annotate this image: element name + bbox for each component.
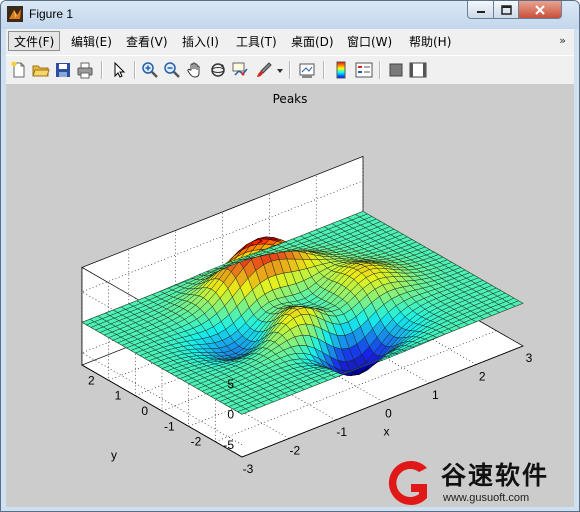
new-figure-icon[interactable] xyxy=(10,61,28,79)
figure-window: Figure 1 文件(F) 编辑(E) 查看(V) 插入(I) 工具(T) 桌… xyxy=(0,0,580,512)
link-plot-icon[interactable] xyxy=(298,61,316,79)
x-tick-label: 0 xyxy=(385,407,392,421)
y-tick-label: -1 xyxy=(164,419,175,433)
zoom-out-icon[interactable] xyxy=(163,61,181,79)
y-tick-label: 0 xyxy=(141,404,148,418)
rotate-3d-icon[interactable] xyxy=(209,61,227,79)
toolbar-separator xyxy=(289,61,291,79)
menu-desktop[interactable]: 桌面(D) xyxy=(286,33,339,51)
close-icon xyxy=(535,4,545,15)
z-tick-label: 0 xyxy=(227,407,234,421)
x-tick-label: 3 xyxy=(526,351,533,365)
legend-icon[interactable] xyxy=(355,61,373,79)
colorbar-icon[interactable] xyxy=(332,61,350,79)
menu-help[interactable]: 帮助(H) xyxy=(404,33,456,51)
y-tick-label: -2 xyxy=(191,435,202,449)
z-tick-label: 5 xyxy=(227,377,234,391)
x-tick-label: -3 xyxy=(243,462,254,476)
menu-window[interactable]: 窗口(W) xyxy=(342,33,397,51)
maximize-icon xyxy=(500,4,512,15)
x-axis-label: x xyxy=(384,425,390,439)
menu-edit[interactable]: 编辑(E) xyxy=(66,33,117,51)
watermark-url: www.gusuoft.com xyxy=(443,492,530,504)
x-tick-label: -1 xyxy=(336,425,347,439)
close-button[interactable] xyxy=(518,1,562,19)
title-bar[interactable]: Figure 1 xyxy=(1,1,579,29)
hide-plot-tools-icon[interactable] xyxy=(387,61,405,79)
menu-overflow-icon[interactable]: » xyxy=(559,34,566,47)
brush-icon[interactable] xyxy=(255,61,273,79)
menu-tools[interactable]: 工具(T) xyxy=(231,33,282,51)
y-tick-label: 1 xyxy=(115,389,122,403)
show-plot-tools-icon[interactable] xyxy=(409,61,427,79)
zoom-in-icon[interactable] xyxy=(141,61,159,79)
window-title: Figure 1 xyxy=(29,7,74,21)
toolbar-separator xyxy=(379,61,381,79)
brush-dropdown-icon[interactable] xyxy=(276,61,284,79)
toolbar-separator xyxy=(134,61,136,79)
minimize-icon xyxy=(476,10,485,13)
open-file-icon[interactable] xyxy=(32,61,50,79)
toolbar-separator xyxy=(101,61,103,79)
data-cursor-icon[interactable] xyxy=(231,61,249,79)
x-tick-label: 2 xyxy=(479,370,486,384)
figure-canvas[interactable]: Peaks -3 -2 -1 0 1 2 3 -2 -1 0 1 2 -5 0 5 x y xyxy=(6,84,574,507)
menu-bar: 文件(F) 编辑(E) 查看(V) 插入(I) 工具(T) 桌面(D) 窗口(W… xyxy=(6,29,574,55)
toolbar-separator xyxy=(323,61,325,79)
watermark-logo xyxy=(388,461,427,505)
print-icon[interactable] xyxy=(76,61,94,79)
menu-file[interactable]: 文件(F) xyxy=(8,31,61,51)
watermark: 谷速软件 www.gusuoft.com xyxy=(381,454,579,511)
maximize-button[interactable] xyxy=(493,1,519,19)
y-tick-label: 2 xyxy=(88,373,95,387)
surface-plot[interactable]: -3 -2 -1 0 1 2 3 -2 -1 0 1 2 -5 0 5 x y xyxy=(6,84,574,507)
menu-view[interactable]: 查看(V) xyxy=(121,33,173,51)
minimize-button[interactable] xyxy=(467,1,494,19)
z-tick-label: -5 xyxy=(223,438,234,452)
y-axis-label: y xyxy=(111,448,117,462)
save-icon[interactable] xyxy=(54,61,72,79)
figure-toolbar xyxy=(6,55,574,85)
x-tick-label: 1 xyxy=(432,388,439,402)
matlab-icon xyxy=(7,6,23,22)
x-tick-label: -2 xyxy=(289,444,300,458)
pan-hand-icon[interactable] xyxy=(186,61,204,79)
menu-insert[interactable]: 插入(I) xyxy=(177,33,224,51)
watermark-text: 谷速软件 xyxy=(441,461,550,490)
select-arrow-icon[interactable] xyxy=(110,61,128,79)
